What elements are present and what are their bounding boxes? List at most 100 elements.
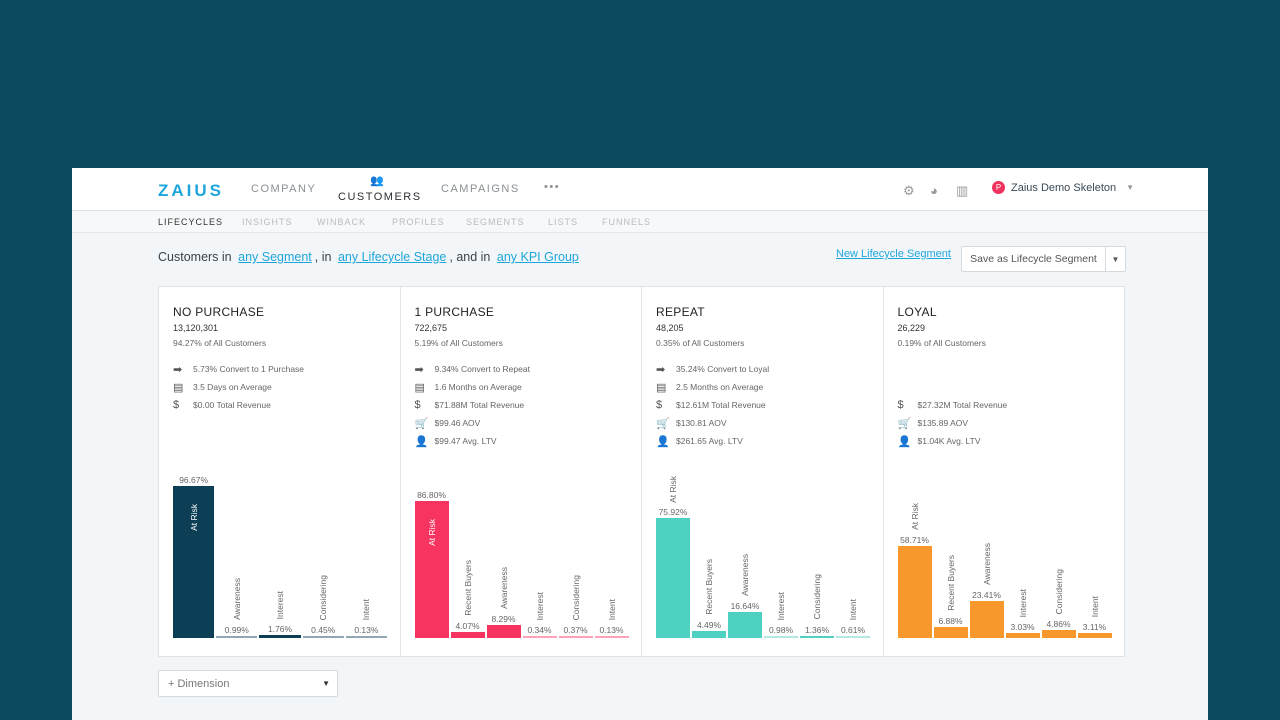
- arrow-icon: ➡: [173, 363, 183, 376]
- bar-awareness[interactable]: [216, 636, 258, 638]
- dollar-icon: $: [656, 399, 663, 411]
- pie-chart-icon[interactable]: ◕: [930, 183, 938, 198]
- user-name: Zaius Demo Skeleton: [1011, 181, 1117, 194]
- stat-text: 1.6 Months on Average: [434, 382, 522, 392]
- bar-value-label: 0.13%: [354, 625, 379, 635]
- kpi-filter-link[interactable]: any KPI Group: [497, 250, 579, 264]
- bar-value-label: 4.49%: [696, 619, 722, 630]
- nav-customers[interactable]: CUSTOMERS: [338, 191, 422, 203]
- user-menu[interactable]: P Zaius Demo Skeleton ▼: [992, 181, 1134, 194]
- segment-filter-link[interactable]: any Segment: [238, 250, 312, 264]
- dollar-icon: $: [897, 399, 904, 411]
- tab-segments[interactable]: SEGMENTS: [466, 217, 525, 227]
- bar-category-label: Awareness: [981, 543, 992, 586]
- stage-share: 0.19% of All Customers: [897, 338, 986, 348]
- bar-category-label: Considering: [812, 574, 822, 620]
- stage-count: 48,205: [656, 323, 684, 333]
- stat-text: 9.34% Convert to Repeat: [434, 364, 530, 374]
- bar-value-label: 16.64%: [730, 600, 760, 611]
- bar-category-label: Considering: [318, 574, 329, 620]
- bar-category-label: Interest: [534, 591, 545, 620]
- stage-share: 0.35% of All Customers: [656, 338, 745, 348]
- stage-bar-chart: 58.71% At Risk 6.88% Recent Buyers 23.41% Awa…: [897, 458, 1112, 638]
- stat-row: ➡ 5.73% Convert to 1 Purchase: [173, 360, 386, 378]
- bar-recent-buyers[interactable]: [933, 627, 968, 638]
- bar-interest[interactable]: [259, 635, 301, 638]
- dimension-label: + Dimension: [168, 678, 230, 690]
- stage-bar-chart: 96.67% At Risk 0.99% Awareness 1.76% Interest…: [173, 458, 387, 638]
- bar-category-label: Intent: [1089, 595, 1100, 618]
- tab-insights[interactable]: INSIGHTS: [242, 217, 293, 227]
- stat-row: [898, 378, 1111, 396]
- bar-value-label: 96.67%: [179, 474, 209, 485]
- stat-row: 🛒 $130.81 AOV: [656, 414, 869, 432]
- stat-row: 🛒 $135.89 AOV: [898, 414, 1111, 432]
- lifecycle-card: NO PURCHASE 13,120,301 94.27% of All Cus…: [158, 286, 1125, 657]
- stat-row: 👤 $1.04K Avg. LTV: [898, 432, 1111, 450]
- gear-icon[interactable]: ⚙: [903, 183, 915, 199]
- tab-profiles[interactable]: PROFILES: [392, 217, 445, 227]
- bar-interest[interactable]: [1005, 633, 1040, 638]
- arrow-icon: ➡: [414, 363, 424, 376]
- stat-row: $ $71.88M Total Revenue: [415, 396, 628, 414]
- bar-category-label: Intent: [361, 598, 372, 620]
- tab-winback[interactable]: WINBACK: [317, 217, 366, 227]
- stage-filter-link[interactable]: any Lifecycle Stage: [338, 250, 446, 264]
- bar-recent-buyers[interactable]: [692, 630, 726, 638]
- bar-recent-buyers[interactable]: [450, 631, 485, 638]
- lifecycle-column: LOYAL 26,229 0.19% of All Customers $ $27…: [882, 287, 1125, 656]
- library-icon[interactable]: ▥: [956, 183, 968, 199]
- stat-row: 🛒 $99.46 AOV: [415, 414, 628, 432]
- top-header: ZAIUS COMPANY 👥 CUSTOMERS CAMPAIGNS ••• …: [72, 168, 1208, 211]
- bar-considering[interactable]: [800, 635, 834, 638]
- tab-lifecycles[interactable]: LIFECYCLES: [158, 217, 223, 227]
- bar-category-label: Interest: [275, 590, 285, 620]
- new-lifecycle-segment-link[interactable]: New Lifecycle Segment: [836, 248, 951, 260]
- bar-interest[interactable]: [522, 636, 557, 638]
- nav-company[interactable]: COMPANY: [251, 183, 316, 195]
- stat-text: $27.32M Total Revenue: [917, 400, 1008, 410]
- bar-intent[interactable]: [594, 636, 629, 638]
- nav-more[interactable]: •••: [544, 181, 560, 193]
- chevron-down-icon[interactable]: ▼: [1106, 247, 1125, 271]
- nav-campaigns[interactable]: CAMPAIGNS: [441, 183, 520, 195]
- bar-interest[interactable]: [764, 636, 798, 638]
- bar-category-label: Recent Buyers: [945, 555, 956, 612]
- stage-share: 94.27% of All Customers: [173, 338, 267, 348]
- lifecycle-column: NO PURCHASE 13,120,301 94.27% of All Cus…: [159, 287, 400, 656]
- bar-intent[interactable]: [1077, 633, 1112, 638]
- tab-lists[interactable]: LISTS: [548, 217, 578, 227]
- stat-row: ➡ 35.24% Convert to Loyal: [656, 360, 869, 378]
- stat-text: $0.00 Total Revenue: [193, 400, 271, 410]
- bar-intent[interactable]: [836, 636, 870, 638]
- bar-category-label: Intent: [848, 598, 858, 620]
- bar-category-label: At Risk: [188, 503, 199, 531]
- bar-value-label: 3.11%: [1082, 622, 1107, 633]
- tab-funnels[interactable]: FUNNELS: [602, 217, 651, 227]
- stage-share: 5.19% of All Customers: [414, 338, 503, 348]
- bar-category-label: At Risk: [426, 519, 437, 547]
- bar-category-label: Awareness: [498, 567, 509, 609]
- stat-row: ➡ 9.34% Convert to Repeat: [415, 360, 628, 378]
- bar-value-label: 0.61%: [840, 625, 866, 635]
- bar-considering[interactable]: [558, 636, 593, 638]
- bar-value-label: 23.41%: [972, 590, 1001, 601]
- lifecycle-column: REPEAT 48,205 0.35% of All Customers ➡ 35…: [641, 287, 883, 656]
- bar-category-label: Interest: [776, 591, 786, 620]
- stage-title: LOYAL: [897, 305, 937, 319]
- stat-text: $12.61M Total Revenue: [676, 400, 766, 410]
- bar-awareness[interactable]: [969, 601, 1004, 638]
- dimension-select[interactable]: + Dimension ▼: [158, 670, 338, 697]
- stage-bar-chart: 86.80% At Risk 4.07% Recent Buyers 8.29% Awar…: [414, 458, 629, 638]
- bar-considering[interactable]: [302, 636, 344, 638]
- bar-category-label: At Risk: [909, 502, 920, 530]
- stat-row: $ $12.61M Total Revenue: [656, 396, 869, 414]
- zaius-logo[interactable]: ZAIUS: [158, 181, 224, 201]
- stat-text: 2.5 Months on Average: [676, 382, 764, 392]
- stat-text: 5.73% Convert to 1 Purchase: [193, 364, 305, 374]
- bar-intent[interactable]: [345, 636, 387, 638]
- stage-title: REPEAT: [656, 305, 705, 319]
- stage-count: 13,120,301: [173, 323, 219, 333]
- save-as-lifecycle-segment-button[interactable]: Save as Lifecycle Segment: [962, 247, 1106, 271]
- stat-text: $1.04K Avg. LTV: [917, 436, 981, 446]
